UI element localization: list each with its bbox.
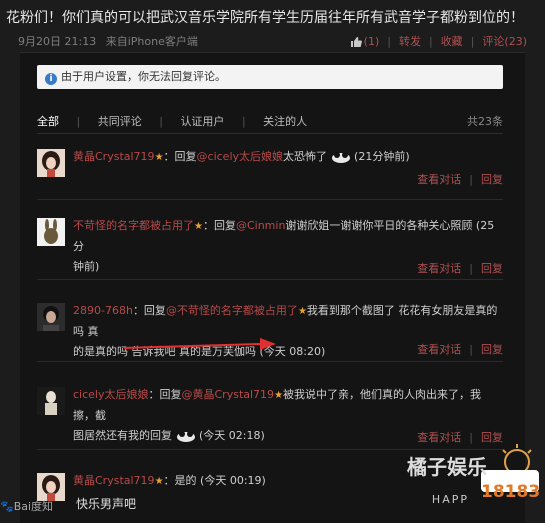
comment-text-continued: 钟前) bbox=[73, 260, 100, 273]
view-conversation-button[interactable]: 查看对话 bbox=[417, 343, 461, 356]
comment-tabs: 全部 | 共同评论 | 认证用户 | 关注的人 共23条 bbox=[37, 113, 503, 129]
post-date[interactable]: 9月20日 21:13 bbox=[18, 35, 96, 48]
tab-separator: | bbox=[159, 115, 163, 128]
comment-divider bbox=[37, 361, 503, 362]
post-actions: (1) | 转发 | 收藏 | 评论(23) bbox=[350, 33, 527, 49]
comment-actions: 查看对话 | 回复 bbox=[417, 429, 503, 445]
avatar[interactable] bbox=[37, 473, 65, 501]
star-badge-icon: ★ bbox=[194, 221, 203, 232]
reply-prefix: ：回复 bbox=[148, 388, 182, 401]
comment-text-continued: 图居然还有我的回复 bbox=[73, 429, 172, 442]
comment-actions: 查看对话 | 回复 bbox=[417, 260, 503, 276]
mention-link[interactable]: @Cinmin bbox=[236, 219, 285, 232]
action-separator: | bbox=[469, 262, 473, 275]
avatar[interactable] bbox=[37, 303, 65, 331]
baidu-text: Bai度知 bbox=[13, 500, 54, 513]
notice-bar: i 由于用户设置，你无法回复评论。 bbox=[37, 65, 503, 89]
tab-separator: | bbox=[241, 115, 246, 128]
reply-button[interactable]: 回复 bbox=[481, 343, 503, 356]
action-separator: | bbox=[387, 34, 391, 48]
action-separator: | bbox=[470, 34, 475, 48]
reply-button[interactable]: 回复 bbox=[481, 431, 503, 444]
comment-button[interactable]: 评论(23) bbox=[482, 33, 527, 49]
star-badge-icon: ★ bbox=[274, 390, 284, 401]
watermark-brand: 橘子娱乐 bbox=[407, 455, 487, 479]
post-source[interactable]: 来自iPhone客户端 bbox=[106, 35, 198, 48]
tab-following[interactable]: 关注的人 bbox=[263, 115, 307, 128]
action-separator: | bbox=[469, 173, 473, 186]
watermark-site: HAPP bbox=[431, 493, 469, 506]
view-conversation-button[interactable]: 查看对话 bbox=[417, 431, 461, 444]
tab-separator: | bbox=[76, 115, 81, 128]
avatar[interactable] bbox=[37, 218, 65, 246]
tab-divider bbox=[37, 133, 503, 134]
favorite-button[interactable]: 收藏 bbox=[441, 33, 463, 49]
star-badge-icon: ★ bbox=[297, 306, 307, 317]
info-icon: i bbox=[45, 73, 57, 85]
reply-button[interactable]: 回复 bbox=[481, 262, 503, 275]
comment-actions: 查看对话 | 回复 bbox=[417, 171, 503, 187]
scared-face-emoji-icon bbox=[331, 152, 350, 163]
tab-common[interactable]: 共同评论 bbox=[98, 115, 142, 128]
view-conversation-button[interactable]: 查看对话 bbox=[417, 173, 461, 186]
paw-icon: 🐾 bbox=[0, 500, 14, 513]
commenter-name[interactable]: cicely太后娘娘 bbox=[73, 388, 149, 401]
mention-link[interactable]: @黄晶Crystal719 bbox=[182, 388, 275, 401]
avatar[interactable] bbox=[37, 387, 65, 415]
action-separator: | bbox=[469, 343, 473, 356]
watermark-logo-text: 18183 bbox=[481, 482, 541, 502]
commenter-name[interactable]: 黄晶Crystal719 bbox=[73, 474, 155, 487]
forward-button[interactable]: 转发 bbox=[399, 33, 421, 49]
comment-count: 共23条 bbox=[467, 115, 503, 128]
comment-text: 太恐怖了 bbox=[283, 150, 328, 163]
red-arrow-icon bbox=[124, 338, 276, 350]
comment-time: (21分钟前) bbox=[354, 150, 410, 163]
mention-link[interactable]: @cicely太后娘娘 bbox=[197, 150, 284, 163]
action-separator: | bbox=[469, 431, 473, 444]
star-badge-icon: ★ bbox=[154, 152, 164, 163]
reply-prefix: ：回复 bbox=[163, 150, 197, 163]
view-conversation-button[interactable]: 查看对话 bbox=[417, 262, 461, 275]
comment-text: ：是的 (今天 00:19) bbox=[163, 474, 266, 487]
commenter-name[interactable]: 2890-768h bbox=[73, 304, 133, 317]
bottom-caption: 快乐男声吧 bbox=[76, 497, 137, 511]
notice-text: 由于用户设置，你无法回复评论。 bbox=[61, 70, 226, 83]
comment-divider bbox=[37, 199, 503, 200]
reply-prefix: ：回复 bbox=[202, 219, 236, 232]
tab-all[interactable]: 全部 bbox=[37, 115, 59, 128]
mention-link[interactable]: @不苛怪的名字都被占用了 bbox=[166, 304, 298, 317]
comment-divider bbox=[37, 279, 503, 280]
thumbs-up-icon[interactable] bbox=[350, 36, 362, 47]
tab-verified[interactable]: 认证用户 bbox=[180, 115, 224, 128]
avatar[interactable] bbox=[37, 149, 65, 177]
post-text: 花粉们！你们真的可以把武汉音乐学院所有学生历届往年所有武音学子都粉到位的！ bbox=[6, 10, 524, 26]
commenter-name[interactable]: 黄晶Crystal719 bbox=[73, 150, 155, 163]
reply-button[interactable]: 回复 bbox=[481, 173, 503, 186]
comment-time: (今天 02:18) bbox=[199, 429, 265, 442]
reply-prefix: ：回复 bbox=[132, 304, 166, 317]
star-badge-icon: ★ bbox=[154, 476, 164, 487]
like-count[interactable]: (1) bbox=[364, 35, 380, 48]
baidu-watermark: 🐾Bai度知 bbox=[0, 498, 53, 514]
comment-body: 黄晶Crystal719★：回复@cicely太后娘娘太恐怖了 (21分钟前) bbox=[73, 147, 503, 168]
post-meta: 9月20日 21:13 来自iPhone客户端 bbox=[18, 33, 204, 49]
commenter-name[interactable]: 不苛怪的名字都被占用了 bbox=[73, 219, 194, 232]
comment-actions: 查看对话 | 回复 bbox=[417, 341, 503, 357]
action-separator: | bbox=[428, 34, 433, 48]
scared-face-emoji-icon bbox=[176, 431, 195, 442]
